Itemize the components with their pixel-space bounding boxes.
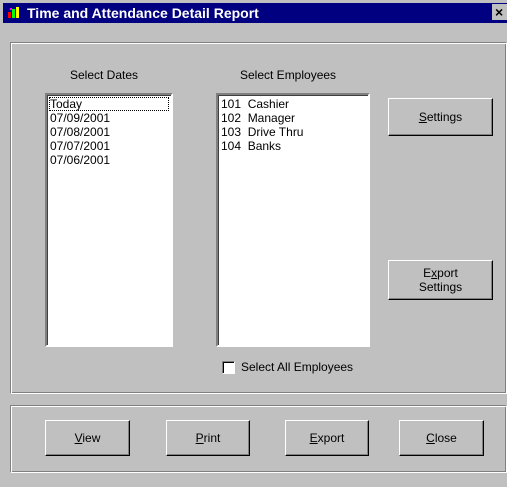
date-item[interactable]: 07/08/2001: [49, 125, 169, 139]
export-button[interactable]: Export: [285, 420, 369, 456]
view-button[interactable]: View: [45, 420, 130, 456]
export-settings-label-line2: Settings: [418, 280, 463, 294]
export-label: xport: [317, 431, 345, 445]
report-window: Time and Attendance Detail Report × Sele…: [0, 0, 507, 487]
close-icon[interactable]: ×: [492, 4, 507, 20]
title-bar[interactable]: Time and Attendance Detail Report ×: [3, 3, 507, 23]
print-mnemonic: P: [195, 431, 204, 445]
view-label: iew: [82, 431, 101, 445]
employee-item[interactable]: 104 Banks: [220, 139, 366, 153]
employee-item[interactable]: 103 Drive Thru: [220, 125, 366, 139]
close-mnemonic: C: [426, 431, 435, 445]
select-employees-label: Select Employees: [240, 68, 337, 82]
settings-label: ettings: [426, 110, 463, 124]
settings-button[interactable]: Settings: [388, 98, 493, 136]
select-all-checkbox[interactable]: [222, 361, 235, 374]
select-dates-label: Select Dates: [70, 68, 139, 82]
select-all-label[interactable]: Select All Employees: [241, 360, 353, 374]
export-settings-label-rest: port: [437, 266, 458, 280]
settings-mnemonic: S: [418, 110, 427, 124]
export-settings-label-pre: E: [423, 266, 432, 280]
date-item[interactable]: 07/06/2001: [49, 153, 169, 167]
close-button[interactable]: Close: [399, 420, 484, 456]
app-icon: [8, 6, 22, 20]
export-mnemonic: E: [309, 431, 318, 445]
date-item-today[interactable]: Today: [49, 97, 169, 111]
export-settings-button[interactable]: Export Settings: [388, 260, 493, 300]
window-title: Time and Attendance Detail Report: [27, 5, 259, 21]
print-button[interactable]: Print: [166, 420, 250, 456]
dates-listbox[interactable]: Today 07/09/2001 07/08/2001 07/07/2001 0…: [45, 93, 173, 347]
print-label: rint: [203, 431, 221, 445]
date-item[interactable]: 07/07/2001: [49, 139, 169, 153]
close-label: lose: [434, 431, 457, 445]
employee-item[interactable]: 101 Cashier: [220, 97, 366, 111]
date-item[interactable]: 07/09/2001: [49, 111, 169, 125]
employees-listbox[interactable]: 101 Cashier 102 Manager 103 Drive Thru 1…: [216, 93, 370, 347]
employee-item[interactable]: 102 Manager: [220, 111, 366, 125]
